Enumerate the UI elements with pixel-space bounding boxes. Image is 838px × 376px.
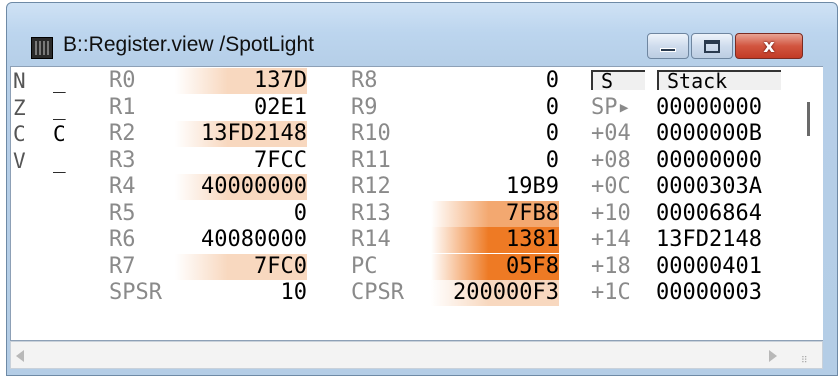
register-name: R11 bbox=[351, 147, 391, 173]
register-name: CPSR bbox=[351, 280, 404, 305]
stack-offset: +18 bbox=[591, 253, 631, 279]
stack-offset: +10 bbox=[591, 200, 631, 226]
register-name: R4 bbox=[109, 174, 136, 199]
register-name: R12 bbox=[351, 174, 391, 199]
register-name: R2 bbox=[109, 121, 136, 146]
flag-name: C bbox=[13, 122, 26, 146]
register-name: R13 bbox=[351, 200, 391, 226]
stack-offset: SP▸ bbox=[591, 94, 631, 120]
register-value[interactable]: 1381 bbox=[431, 227, 559, 253]
register-value[interactable]: 19B9 bbox=[431, 174, 559, 200]
stack-offset: +14 bbox=[591, 227, 631, 252]
register-name: PC bbox=[351, 253, 378, 279]
vertical-scroll-thumb[interactable] bbox=[807, 102, 810, 136]
flag-value[interactable]: _ bbox=[53, 95, 66, 121]
register-name: R3 bbox=[109, 147, 136, 173]
register-name: R6 bbox=[109, 227, 136, 252]
stack-value[interactable]: 00000000 bbox=[656, 148, 762, 174]
register-name: R7 bbox=[109, 253, 136, 279]
stack-header[interactable]: Stack bbox=[657, 70, 781, 91]
register-value[interactable]: 7FB8 bbox=[431, 200, 559, 227]
window-title: B::Register.view /SpotLight bbox=[63, 33, 314, 56]
minimize-icon bbox=[660, 48, 676, 52]
register-value[interactable]: 7FC0 bbox=[175, 253, 307, 280]
close-button[interactable]: x bbox=[735, 33, 803, 59]
register-value[interactable]: 0 bbox=[431, 68, 559, 94]
register-value[interactable]: 0 bbox=[175, 201, 307, 227]
minimize-button[interactable] bbox=[647, 33, 689, 59]
register-name: SPSR bbox=[109, 280, 162, 305]
stack-offset: +0C bbox=[591, 174, 631, 199]
register-value[interactable]: 7FCC bbox=[175, 148, 307, 174]
close-icon: x bbox=[763, 35, 775, 57]
scroll-left-arrow-icon[interactable] bbox=[16, 350, 24, 362]
maximize-icon bbox=[704, 39, 720, 53]
register-value[interactable]: 0 bbox=[431, 148, 559, 174]
register-value[interactable]: 40000000 bbox=[175, 174, 307, 200]
title-bar[interactable]: B::Register.view /SpotLight x bbox=[7, 3, 837, 63]
flag-name: Z bbox=[13, 95, 26, 120]
flag-value[interactable]: C bbox=[53, 121, 66, 147]
flag-name: V bbox=[13, 148, 26, 173]
register-value[interactable]: 200000F3 bbox=[431, 280, 559, 306]
register-value[interactable]: 137D bbox=[175, 68, 307, 94]
register-value[interactable]: 13FD2148 bbox=[175, 121, 307, 147]
register-name: R0 bbox=[109, 68, 136, 93]
stack-value[interactable]: 00000003 bbox=[656, 280, 762, 306]
stack-value[interactable]: 0000000B bbox=[656, 121, 762, 147]
flag-name: N bbox=[13, 69, 26, 93]
stack-value[interactable]: 00006864 bbox=[656, 201, 762, 227]
stack-offset: +04 bbox=[591, 121, 631, 146]
maximize-button[interactable] bbox=[691, 33, 733, 59]
register-name: R14 bbox=[351, 227, 391, 252]
chip-icon bbox=[31, 37, 53, 59]
stack-offset: +08 bbox=[591, 147, 631, 173]
register-value[interactable]: 0 bbox=[431, 121, 559, 147]
register-value[interactable]: 40080000 bbox=[175, 227, 307, 253]
register-name: R1 bbox=[109, 94, 136, 120]
register-name: R10 bbox=[351, 121, 391, 146]
resize-grip-icon[interactable]: ⠿ bbox=[801, 356, 808, 366]
stack-offset: +1C bbox=[591, 280, 631, 305]
horizontal-scrollbar[interactable]: ⠿ bbox=[10, 341, 823, 369]
flag-value[interactable]: _ bbox=[53, 148, 66, 174]
register-value[interactable]: 02E1 bbox=[175, 95, 307, 121]
register-name: R9 bbox=[351, 94, 378, 120]
scroll-right-arrow-icon[interactable] bbox=[769, 350, 777, 362]
register-value[interactable]: 10 bbox=[175, 280, 308, 306]
stack-value[interactable]: 13FD2148 bbox=[656, 227, 762, 253]
stack-value[interactable]: 0000303A bbox=[656, 174, 762, 200]
vertical-scrollbar[interactable] bbox=[793, 67, 823, 340]
stack-value[interactable]: 00000401 bbox=[656, 254, 762, 280]
register-value[interactable]: 0 bbox=[431, 95, 559, 121]
stack-value[interactable]: 00000000 bbox=[656, 95, 762, 121]
register-panel[interactable]: N _ Z _ C C V _ R0 137D R1 02E1 R2 13FD2148 R3 7FCC R4 40… bbox=[10, 66, 823, 341]
stack-s-header[interactable]: S bbox=[591, 70, 645, 91]
register-name: R5 bbox=[109, 200, 136, 226]
register-name: R8 bbox=[351, 68, 378, 93]
register-value[interactable]: 05F8 bbox=[431, 253, 559, 280]
flag-value[interactable]: _ bbox=[53, 68, 66, 94]
